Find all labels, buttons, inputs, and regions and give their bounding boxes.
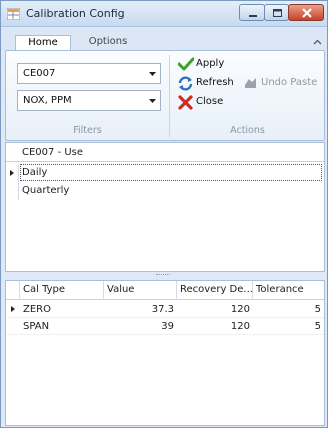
- collapse-ribbon-chevron-up-icon[interactable]: [313, 39, 322, 45]
- actions-group-label: Actions: [230, 125, 265, 136]
- current-row-triangle-icon: [10, 170, 14, 176]
- cell-cal-type[interactable]: ZERO: [20, 301, 104, 318]
- row-label: Quarterly: [22, 185, 70, 196]
- calibration-grid[interactable]: Cal Type Value Recovery De... Tolerance …: [5, 280, 325, 426]
- row-indicator: [6, 182, 19, 200]
- cell-cal-type[interactable]: SPAN: [20, 318, 104, 335]
- ribbon-tab-strip: Home Options: [1, 28, 327, 51]
- cell-tolerance[interactable]: 5: [253, 301, 324, 318]
- unit-combo[interactable]: CE007: [17, 63, 161, 84]
- checkmark-icon: [178, 57, 194, 71]
- apply-label: Apply: [196, 58, 225, 69]
- focus-rectangle: [20, 164, 322, 181]
- table-row[interactable]: ZERO 37.3 120 5: [6, 301, 324, 318]
- tab-options[interactable]: Options: [86, 36, 130, 50]
- parameter-combo[interactable]: NOX, PPM: [17, 90, 161, 111]
- use-grid-row-quarterly[interactable]: Quarterly: [6, 182, 324, 200]
- maximize-button[interactable]: [264, 4, 289, 21]
- column-header-value[interactable]: Value: [104, 281, 177, 300]
- column-header-cal-type[interactable]: Cal Type: [20, 281, 104, 300]
- tab-home[interactable]: Home: [15, 35, 71, 51]
- chevron-down-icon: [149, 72, 156, 76]
- cell-tolerance[interactable]: 5: [253, 318, 324, 335]
- row-indicator: [6, 164, 19, 182]
- grid-splitter[interactable]: [5, 273, 325, 278]
- row-indicator: [6, 301, 20, 318]
- cell-recovery[interactable]: 120: [177, 318, 253, 335]
- current-row-triangle-icon: [11, 306, 15, 312]
- use-grid[interactable]: CE007 - Use Daily Quarterly: [5, 142, 325, 272]
- cell-recovery[interactable]: 120: [177, 301, 253, 318]
- close-icon: [302, 8, 312, 18]
- calibration-config-window: Calibration Config Home Options CE007 NO…: [0, 0, 328, 428]
- ribbon-panel: CE007 NOX, PPM Filters Apply Refresh Und…: [5, 50, 325, 141]
- close-x-icon: [178, 95, 193, 110]
- row-label: Daily: [22, 167, 48, 178]
- undo-paste-label: Undo Paste: [261, 77, 318, 88]
- undo-paste-icon: [245, 78, 256, 88]
- minimize-icon: [249, 15, 257, 17]
- table-row[interactable]: SPAN 39 120 5: [6, 318, 324, 335]
- refresh-icon: [178, 76, 193, 91]
- column-header-recovery[interactable]: Recovery De...: [177, 281, 253, 300]
- chevron-down-icon: [149, 99, 156, 103]
- splitter-grip-icon: [156, 274, 170, 276]
- calibration-grid-header: Cal Type Value Recovery De... Tolerance: [6, 281, 324, 300]
- parameter-combo-value: NOX, PPM: [23, 95, 72, 106]
- refresh-label: Refresh: [196, 77, 234, 88]
- filters-group-label: Filters: [73, 125, 102, 136]
- title-bar[interactable]: Calibration Config: [1, 1, 327, 27]
- app-grid-icon: [7, 8, 20, 20]
- unit-combo-value: CE007: [23, 68, 56, 79]
- cell-value[interactable]: 37.3: [104, 301, 177, 318]
- header-indicator-cell: [6, 281, 20, 300]
- window-title: Calibration Config: [26, 7, 125, 20]
- close-window-button[interactable]: [288, 4, 324, 21]
- use-grid-row-daily[interactable]: Daily: [6, 164, 324, 182]
- close-label: Close: [196, 96, 224, 107]
- maximize-icon: [273, 9, 282, 17]
- minimize-button[interactable]: [239, 4, 265, 21]
- cell-value[interactable]: 39: [104, 318, 177, 335]
- column-header-tolerance[interactable]: Tolerance: [253, 281, 324, 300]
- row-indicator: [6, 318, 20, 335]
- use-grid-header: CE007 - Use: [6, 143, 324, 162]
